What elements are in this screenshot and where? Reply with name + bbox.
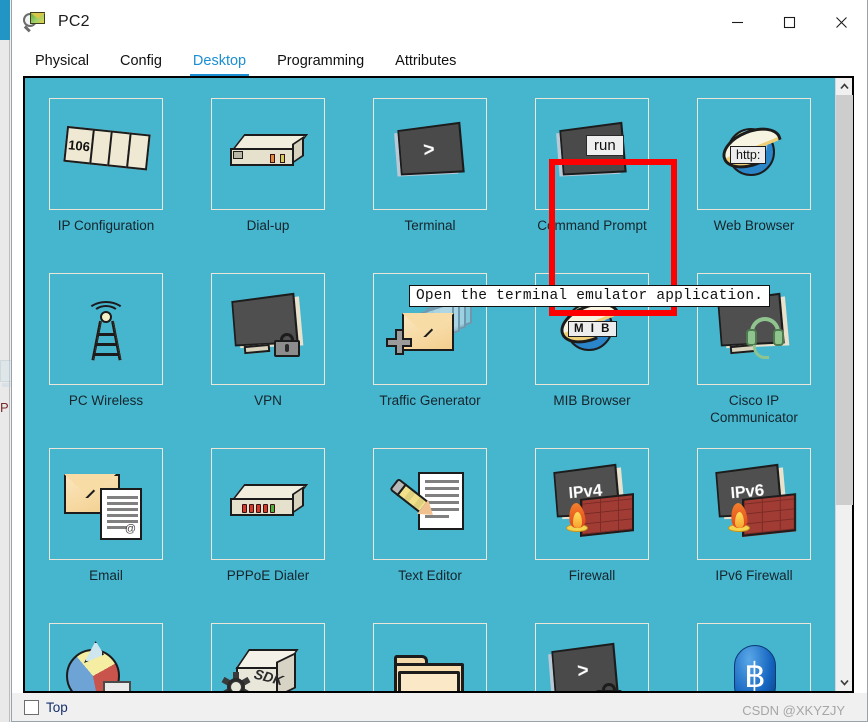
tab-desktop[interactable]: Desktop: [193, 53, 246, 76]
web-browser-icon: http:: [697, 98, 811, 210]
vertical-scrollbar[interactable]: [835, 78, 852, 691]
minimize-icon: [731, 16, 744, 29]
tab-programming[interactable]: Programming: [277, 53, 364, 76]
desktop-item-firewall[interactable]: IPv4 Firewall: [511, 440, 673, 615]
screen-root: P PC2 Physical Config Desktop Programmin…: [0, 0, 868, 722]
desktop-item-folder[interactable]: [349, 615, 511, 691]
text-editor-icon: [373, 448, 487, 560]
desktop-item-label: MIB Browser: [522, 392, 662, 409]
maximize-icon: [783, 16, 796, 29]
title-bar: PC2: [12, 0, 867, 44]
minimize-button[interactable]: [711, 0, 763, 44]
command-prompt-icon: run: [535, 98, 649, 210]
desktop-item-label: Command Prompt: [522, 217, 662, 234]
firewall-icon: IPv4: [535, 448, 649, 560]
bottom-bar: Top CSDN @XKYZJY: [12, 693, 867, 721]
tab-physical[interactable]: Physical: [35, 53, 89, 76]
desktop-item-pc-wireless[interactable]: PC Wireless: [25, 265, 187, 440]
desktop-item-text-editor[interactable]: Text Editor: [349, 440, 511, 615]
desktop-item-label: Email: [36, 567, 176, 584]
secure-terminal-icon: >: [535, 623, 649, 691]
device-window: PC2 Physical Config Desktop Programming …: [11, 0, 868, 722]
window-controls: [711, 0, 867, 44]
desktop-panel: 106 IP Configuration Dial-up > Terminal …: [23, 76, 854, 693]
desktop-item-label: Terminal: [360, 217, 500, 234]
top-checkbox-label: Top: [46, 700, 68, 715]
email-icon: @: [49, 448, 163, 560]
tab-attributes[interactable]: Attributes: [395, 53, 456, 76]
scrollbar-thumb[interactable]: [836, 95, 853, 505]
desktop-item-terminal[interactable]: > Terminal: [349, 90, 511, 265]
mib-browser-badge: M I B: [568, 321, 617, 337]
desktop-icon-grid: 106 IP Configuration Dial-up > Terminal …: [25, 78, 835, 691]
terminal-icon: >: [373, 98, 487, 210]
watermark: CSDN @XKYZJY: [742, 703, 845, 718]
desktop-item-label: Text Editor: [360, 567, 500, 584]
desktop-item-web-browser[interactable]: http: Web Browser: [673, 90, 835, 265]
window-title: PC2: [58, 13, 90, 31]
desktop-item-label: IP Configuration: [36, 217, 176, 234]
traffic-monitor-icon: [49, 623, 163, 691]
scrollbar-track[interactable]: [836, 95, 852, 674]
pc-wireless-icon: [49, 273, 163, 385]
top-checkbox[interactable]: [24, 700, 39, 715]
desktop-item-label: PPPoE Dialer: [198, 567, 338, 584]
scroll-down-button[interactable]: [836, 674, 852, 691]
sdk-icon: SDK: [211, 623, 325, 691]
desktop-item-command-prompt[interactable]: run Command Prompt: [511, 90, 673, 265]
background-label-fragment: P: [0, 400, 9, 415]
bluetooth-icon: ฿: [697, 623, 811, 691]
desktop-item-dial-up[interactable]: Dial-up: [187, 90, 349, 265]
command-prompt-badge: run: [586, 135, 624, 156]
desktop-item-label: Web Browser: [684, 217, 824, 234]
desktop-item-label: PC Wireless: [36, 392, 176, 409]
background-accent: [0, 0, 10, 40]
desktop-item-email[interactable]: @ Email: [25, 440, 187, 615]
ipv6-firewall-icon: IPv6: [697, 448, 811, 560]
web-browser-badge: http:: [730, 146, 766, 164]
desktop-item-pppoe-dialer[interactable]: PPPoE Dialer: [187, 440, 349, 615]
desktop-item-bluetooth[interactable]: ฿: [673, 615, 835, 691]
desktop-item-label: Dial-up: [198, 217, 338, 234]
dial-up-icon: [211, 98, 325, 210]
desktop-item-label: Cisco IP Communicator: [684, 392, 824, 426]
desktop-item-label: IPv6 Firewall: [684, 567, 824, 584]
ip-configuration-icon: 106: [49, 98, 163, 210]
chevron-down-icon: [840, 679, 849, 686]
close-button[interactable]: [815, 0, 867, 44]
desktop-item-label: Firewall: [522, 567, 662, 584]
maximize-button[interactable]: [763, 0, 815, 44]
desktop-item-label: VPN: [198, 392, 338, 409]
close-icon: [835, 16, 848, 29]
desktop-item-secure-terminal[interactable]: >: [511, 615, 673, 691]
folder-icon: [373, 623, 487, 691]
tab-config[interactable]: Config: [120, 53, 162, 76]
desktop-item-traffic-monitor[interactable]: [25, 615, 187, 691]
desktop-item-ip-configuration[interactable]: 106 IP Configuration: [25, 90, 187, 265]
desktop-item-sdk[interactable]: SDK: [187, 615, 349, 691]
chevron-up-icon: [840, 83, 849, 90]
terminal-prompt-glyph: >: [399, 124, 462, 173]
scroll-up-button[interactable]: [836, 78, 852, 95]
desktop-item-ipv6-firewall[interactable]: IPv6 IPv6 Firewall: [673, 440, 835, 615]
tab-bar: Physical Config Desktop Programming Attr…: [12, 44, 867, 76]
desktop-item-label: Traffic Generator: [360, 392, 500, 409]
vpn-icon: [211, 273, 325, 385]
desktop-icon-area: 106 IP Configuration Dial-up > Terminal …: [25, 78, 835, 691]
packet-tracer-device-icon: [23, 10, 47, 34]
desktop-item-vpn[interactable]: VPN: [187, 265, 349, 440]
pppoe-dialer-icon: [211, 448, 325, 560]
tooltip: Open the terminal emulator application.: [409, 285, 770, 307]
